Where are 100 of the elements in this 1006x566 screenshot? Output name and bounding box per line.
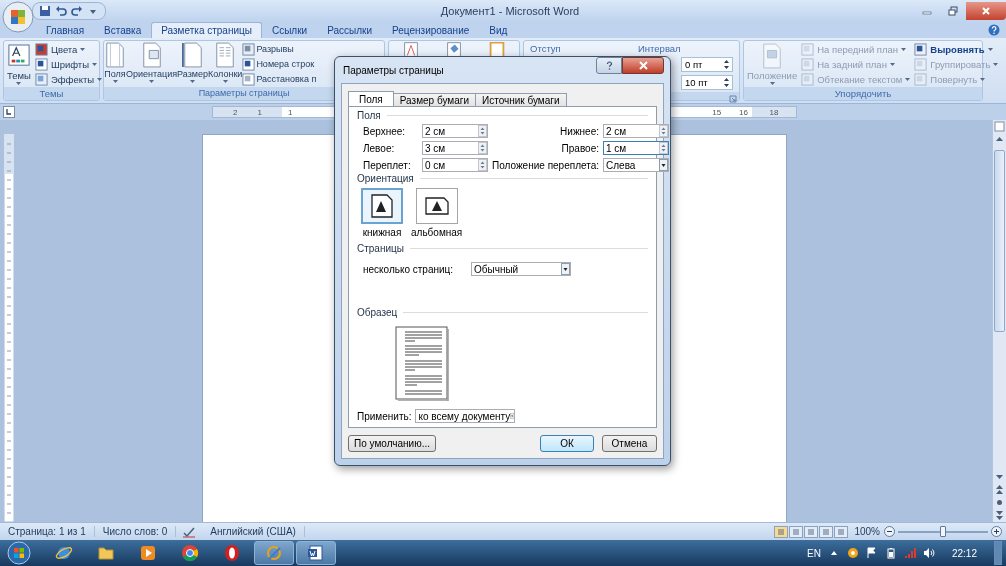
ribbon-button[interactable]: Разрывы bbox=[242, 42, 317, 56]
input-language[interactable]: EN bbox=[807, 547, 821, 559]
save-icon[interactable] bbox=[39, 5, 51, 17]
ribbon-tab[interactable]: Главная bbox=[36, 22, 95, 38]
close-button[interactable] bbox=[966, 2, 1006, 20]
columns-icon bbox=[214, 42, 237, 68]
orientation-option[interactable] bbox=[415, 188, 458, 224]
dialog-tab[interactable]: Источник бумаги bbox=[475, 93, 567, 106]
spin-buttons[interactable] bbox=[723, 77, 730, 88]
field-label: Верхнее: bbox=[363, 125, 407, 137]
help-button[interactable] bbox=[596, 57, 622, 74]
spellcheck-icon[interactable] bbox=[182, 525, 197, 538]
circle-app-icon[interactable] bbox=[846, 547, 859, 559]
vertical-scrollbar[interactable] bbox=[992, 120, 1006, 522]
margin-field[interactable]: 2 см bbox=[422, 124, 488, 138]
language-indicator[interactable]: Английский (США) bbox=[202, 526, 305, 537]
ring-icon bbox=[223, 544, 241, 562]
field-label: несколько страниц: bbox=[363, 263, 455, 275]
close-icon bbox=[981, 6, 991, 16]
zoom-level[interactable]: 100% bbox=[854, 526, 880, 537]
ribbon-button[interactable]: Выровнять bbox=[913, 42, 1000, 56]
dialog-button[interactable]: ОК bbox=[540, 435, 594, 452]
dialog-tab[interactable]: Поля bbox=[348, 91, 394, 106]
spacing-field[interactable]: 10 пт bbox=[681, 75, 733, 90]
caret-icon bbox=[993, 62, 999, 66]
ribbon-button[interactable]: Ориентация bbox=[126, 42, 178, 86]
caret-icon bbox=[80, 47, 86, 51]
section-heading: Ориентация bbox=[357, 173, 414, 184]
dialog-button[interactable]: По умолчанию... bbox=[348, 435, 436, 452]
margin-field[interactable]: 1 см bbox=[603, 141, 669, 155]
field-label: Положение переплета: bbox=[492, 159, 599, 171]
tricolor-circle-icon bbox=[181, 544, 199, 562]
zoom-in-icon[interactable] bbox=[991, 526, 1002, 537]
ribbon-button[interactable]: Номера строк bbox=[242, 57, 317, 71]
ribbon-tab[interactable]: Разметка страницы bbox=[151, 22, 262, 38]
window-title: Документ1 - Microsoft Word bbox=[439, 5, 581, 17]
orientation-icon bbox=[140, 42, 163, 68]
caret-icon bbox=[889, 62, 895, 66]
orientation-label: книжная bbox=[362, 227, 402, 238]
caret-icon bbox=[222, 80, 228, 83]
help-icon[interactable] bbox=[988, 24, 1000, 36]
field-label: Применить: bbox=[357, 410, 412, 422]
ribbon-tab[interactable]: Рассылки bbox=[317, 22, 383, 38]
box-icon bbox=[34, 57, 48, 71]
margin-field[interactable]: 0 см bbox=[422, 158, 488, 172]
ribbon-button[interactable]: Цвета bbox=[33, 42, 104, 56]
apply-to-dropdown[interactable]: ко всему документу bbox=[415, 409, 516, 423]
tab-selector-icon[interactable] bbox=[3, 106, 15, 118]
spin-buttons[interactable] bbox=[723, 59, 730, 70]
dialog-button[interactable]: Отмена bbox=[602, 435, 657, 452]
ribbon-button[interactable]: Расстановка п bbox=[242, 72, 317, 86]
page-count[interactable]: Страница: 1 из 1 bbox=[0, 526, 95, 537]
taskbar-button[interactable] bbox=[296, 541, 336, 565]
ribbon-tab[interactable]: Вставка bbox=[94, 22, 152, 38]
swatch-icon bbox=[34, 42, 48, 56]
dialog-title: Параметры страницы bbox=[342, 64, 445, 76]
speaker-icon[interactable] bbox=[922, 547, 935, 559]
zoom-out-icon[interactable] bbox=[884, 526, 895, 537]
play-icon bbox=[139, 544, 157, 562]
ribbon-tab[interactable]: Вид bbox=[479, 22, 518, 38]
scroll-thumb[interactable] bbox=[994, 150, 1005, 332]
ruler-number: 16 bbox=[739, 107, 748, 117]
ribbon-button[interactable]: Размер bbox=[177, 42, 209, 86]
restore-icon bbox=[948, 6, 958, 16]
dialog-tab[interactable]: Размер бумаги bbox=[392, 93, 476, 106]
ribbon-button[interactable]: Темы bbox=[6, 42, 32, 86]
ribbon-tab[interactable]: Ссылки bbox=[261, 22, 318, 38]
zoom-slider[interactable] bbox=[898, 525, 988, 538]
pages-dropdown[interactable]: Обычный bbox=[471, 262, 571, 276]
zoom-thumb[interactable] bbox=[940, 525, 946, 537]
orientation-option[interactable] bbox=[361, 188, 403, 224]
ribbon-button[interactable]: Шрифты bbox=[33, 57, 104, 71]
word-count[interactable]: Число слов: 0 bbox=[94, 526, 177, 537]
ruler-number: 1 bbox=[288, 107, 293, 117]
office-button[interactable] bbox=[2, 1, 34, 33]
position-icon bbox=[761, 43, 784, 69]
ribbon-button[interactable]: Эффекты bbox=[33, 72, 104, 86]
flag-icon[interactable] bbox=[865, 547, 878, 559]
ruler-number: 1 bbox=[257, 107, 262, 117]
ruler-toggle-icon[interactable] bbox=[993, 120, 1006, 133]
orientation-label: альбомная bbox=[411, 227, 463, 238]
battery-icon[interactable] bbox=[884, 547, 897, 559]
ribbon-button[interactable]: Колонки bbox=[208, 42, 243, 86]
globe-icon bbox=[55, 544, 73, 562]
margin-field[interactable]: 3 см bbox=[422, 141, 488, 155]
redo-icon[interactable] bbox=[71, 5, 83, 17]
ribbon-button[interactable]: Поля bbox=[104, 42, 126, 86]
close-button[interactable] bbox=[622, 57, 664, 74]
group-heading: Интервал bbox=[638, 43, 681, 54]
portrait-page-icon bbox=[370, 194, 394, 218]
previous-page-icon[interactable] bbox=[993, 483, 1006, 496]
margin-field[interactable]: 2 см bbox=[603, 124, 669, 138]
undo-icon[interactable] bbox=[55, 5, 67, 17]
start-button[interactable] bbox=[4, 541, 34, 565]
ribbon-tab[interactable]: Рецензирование bbox=[382, 22, 480, 38]
dialog-launcher-icon[interactable] bbox=[729, 95, 737, 103]
section-heading: Образец bbox=[357, 307, 398, 318]
clock[interactable]: 22:12 bbox=[951, 547, 977, 559]
spacing-field[interactable]: 0 пт bbox=[681, 57, 733, 72]
gutter-position-dropdown[interactable]: Слева bbox=[603, 158, 669, 172]
